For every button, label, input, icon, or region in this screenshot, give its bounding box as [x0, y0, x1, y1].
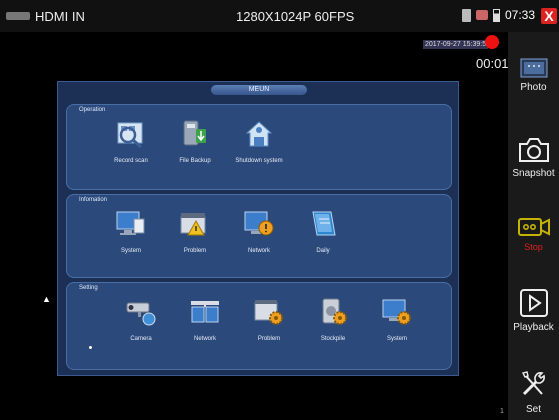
item-label: Problem [257, 336, 281, 342]
daily-log-icon [312, 211, 336, 236]
battery-icon [492, 8, 500, 22]
photo-button[interactable]: Photo [508, 58, 559, 93]
information-section: Infomation System Problem Network Daily [66, 194, 452, 278]
item-label: File Backup [179, 158, 211, 164]
network-icon [191, 301, 219, 323]
item-label: Network [247, 248, 270, 254]
setting-problem-button[interactable]: Problem [239, 297, 299, 342]
network-warning-icon [244, 211, 274, 236]
recording-timer: 00:01 [476, 56, 509, 71]
shutdown-system-button[interactable]: Shutdown system [229, 119, 289, 164]
sd-card-icon [461, 8, 471, 22]
status-icons: 07:33 [461, 8, 535, 22]
right-toolbar: Photo Snapshot Stop Playback Set [508, 32, 559, 420]
record-scan-icon [117, 122, 143, 149]
item-label: Camera [130, 336, 152, 342]
setting-camera-button[interactable]: Camera [111, 297, 171, 342]
item-label: Stockpile [320, 336, 346, 342]
info-system-button[interactable]: System [101, 209, 161, 254]
section-label: Operation [79, 107, 106, 113]
monitor-icon [116, 211, 145, 235]
record-indicator-icon [485, 35, 499, 49]
setting-section: Setting Camera Network Problem Stockpile… [66, 282, 452, 370]
item-label: Record scan [114, 158, 148, 164]
photo-label: Photo [520, 82, 547, 93]
file-backup-icon [183, 120, 206, 146]
camera-icon [126, 302, 156, 326]
shutdown-icon [245, 121, 273, 147]
photo-icon [520, 58, 547, 78]
system-settings-icon [382, 299, 411, 325]
setting-stockpile-button[interactable]: Stockpile [303, 297, 363, 342]
file-backup-button[interactable]: File Backup [165, 119, 225, 164]
stop-button[interactable]: Stop [508, 216, 559, 252]
status-bar: HDMI IN 1280X1024P 60FPS 07:33 X [0, 0, 559, 32]
stockpile-icon [322, 298, 347, 325]
info-daily-button[interactable]: Daily [293, 209, 353, 254]
tools-icon [521, 371, 545, 396]
video-record-icon [517, 218, 550, 236]
set-button[interactable]: Set [508, 368, 559, 415]
stop-label: Stop [524, 242, 543, 252]
item-label: Shutdown system [235, 158, 283, 164]
item-label: Daily [316, 248, 330, 254]
problem-settings-icon [254, 300, 283, 325]
resolution-label: 1280X1024P 60FPS [236, 8, 355, 24]
play-icon [519, 289, 548, 317]
hdmi-icon [6, 12, 30, 20]
snapshot-label: Snapshot [512, 168, 555, 179]
video-timestamp: 2017-09-27 15:39:5 [423, 40, 489, 49]
close-button[interactable]: X [541, 8, 557, 24]
playback-button[interactable]: Playback [508, 288, 559, 333]
section-label: Setting [79, 285, 98, 291]
item-label: System [120, 248, 141, 254]
camera-snapshot-icon [518, 138, 549, 162]
record-scan-button[interactable]: Record scan [101, 119, 161, 164]
mouse-cursor-icon: ▲ [42, 294, 51, 304]
item-label: Problem [183, 248, 207, 254]
bullet-dot [89, 346, 92, 349]
setting-system-button[interactable]: System [367, 297, 427, 342]
operation-section: Operation Record scan File Backup Shutdo… [66, 104, 452, 190]
menu-window: MEUN Operation Record scan File Backup S… [57, 81, 459, 376]
info-network-button[interactable]: Network [229, 209, 289, 254]
snapshot-button[interactable]: Snapshot [508, 136, 559, 179]
clock: 07:33 [504, 8, 535, 22]
usb-icon [475, 10, 488, 20]
frame-index: 1 [500, 408, 504, 415]
menu-title: MEUN [211, 85, 307, 95]
section-label: Infomation [79, 197, 108, 203]
item-label: Network [193, 336, 216, 342]
source-label: HDMI IN [35, 8, 85, 24]
item-label: System [386, 336, 407, 342]
playback-label: Playback [513, 322, 554, 333]
problem-icon [180, 213, 206, 236]
set-label: Set [525, 404, 541, 415]
info-problem-button[interactable]: Problem [165, 209, 225, 254]
setting-network-button[interactable]: Network [175, 297, 235, 342]
